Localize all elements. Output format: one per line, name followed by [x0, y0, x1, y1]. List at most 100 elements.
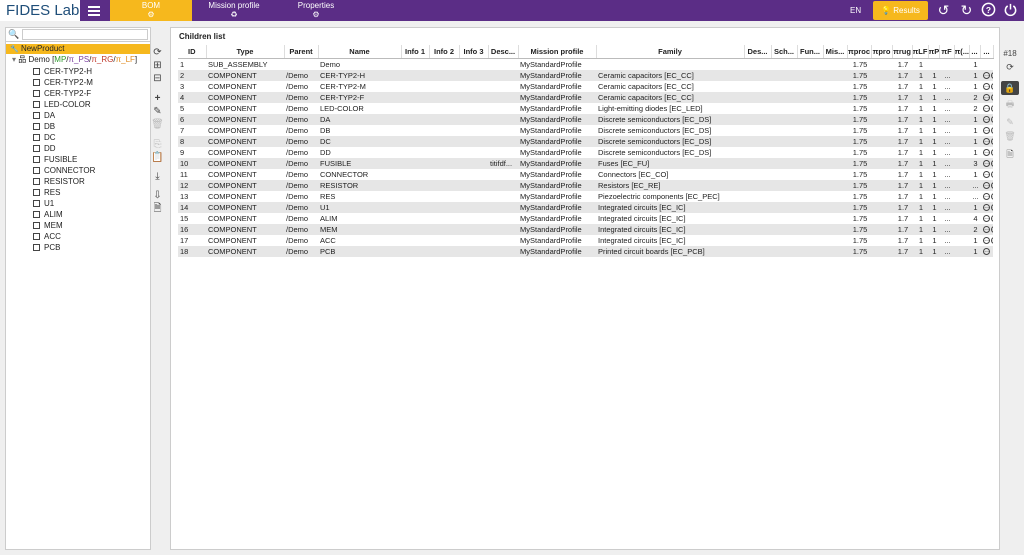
column-header[interactable]: Des... [744, 45, 772, 59]
more-options-icon[interactable]: … [991, 138, 993, 146]
table-row[interactable]: 6 COMPONENT/Demo DA MyStandardProfile Discre… [178, 113, 993, 125]
import-icon[interactable]: ⇩ [151, 190, 164, 202]
more-options-icon[interactable]: … [991, 204, 993, 212]
table-row[interactable]: 10 COMPONENT/Demo FUSIBLE titifdf... MyStand… [178, 157, 993, 169]
more-options-icon[interactable]: … [991, 149, 993, 157]
tree-item[interactable]: CER-TYP2-H [33, 66, 95, 77]
table-row[interactable]: 4 COMPONENT/Demo CER-TYP2-F MyStandardProfi… [178, 91, 993, 103]
tree-node-demo[interactable]: ▾ 品 Demo [MP/π_PS/π_RG/π_LF] [12, 55, 137, 65]
refresh-icon[interactable]: ⟳ [151, 47, 164, 59]
more-options-icon[interactable]: … [983, 237, 990, 245]
collapse-arrow-icon[interactable]: ▾ [12, 55, 16, 64]
hamburger-menu-button[interactable] [80, 0, 107, 21]
table-row[interactable]: 16 COMPONENT/Demo MEM MyStandardProfile Inte… [178, 223, 993, 235]
column-header[interactable]: Info 1 [401, 45, 430, 59]
results-button[interactable]: 💡 Results [873, 1, 928, 20]
table-row[interactable]: 14 COMPONENT/Demo U1 MyStandardProfile Integ… [178, 201, 993, 213]
column-header[interactable]: Name [318, 45, 402, 59]
more-options-icon[interactable]: … [983, 204, 990, 212]
more-options-icon[interactable]: … [991, 182, 993, 190]
tree-item[interactable]: RES [33, 187, 95, 198]
tree-search-input[interactable] [22, 29, 148, 40]
more-options-icon[interactable]: … [983, 182, 990, 190]
column-header[interactable]: Fun... [797, 45, 824, 59]
more-options-icon[interactable]: … [991, 94, 993, 102]
tree-item[interactable]: FUSIBLE [33, 154, 95, 165]
column-header[interactable]: πproc [847, 45, 872, 59]
refresh-grid-icon[interactable]: ⟳ [1001, 60, 1019, 74]
tree-item[interactable]: ALIM [33, 209, 95, 220]
table-row[interactable]: 13 COMPONENT/Demo RES MyStandardProfile Piez… [178, 191, 993, 202]
more-options-icon[interactable]: … [983, 149, 990, 157]
more-options-icon[interactable]: … [991, 226, 993, 234]
more-options-icon[interactable]: … [983, 72, 990, 80]
document-icon[interactable]: 🗎 [151, 203, 164, 215]
table-row[interactable]: 15 COMPONENT/Demo ALIM MyStandardProfile Int… [178, 213, 993, 224]
more-options-icon[interactable]: … [991, 127, 993, 135]
more-options-icon[interactable]: … [983, 215, 990, 223]
edit-icon[interactable]: ✎ [151, 106, 164, 118]
more-options-icon[interactable]: … [991, 237, 993, 245]
more-options-icon[interactable]: … [991, 171, 993, 179]
more-options-icon[interactable]: … [983, 94, 990, 102]
tree-item[interactable]: RESISTOR [33, 176, 95, 187]
column-header[interactable]: Info 2 [429, 45, 460, 59]
table-row[interactable]: 8 COMPONENT/Demo DC MyStandardProfile Discre… [178, 135, 993, 147]
lock-icon[interactable]: 🔒 [1001, 81, 1019, 95]
more-options-icon[interactable]: … [983, 160, 990, 168]
tree-item[interactable]: DD [33, 143, 95, 154]
tree-root-node[interactable]: 🔧 NewProduct [6, 44, 150, 54]
table-row[interactable]: 1 SUB_ASSEMBLY Demo MyStandardProfile 1.75 1.… [178, 58, 993, 70]
column-header[interactable]: Sch... [771, 45, 798, 59]
tree-item[interactable]: DB [33, 121, 95, 132]
more-options-icon[interactable]: … [991, 160, 993, 168]
more-options-icon[interactable]: … [991, 72, 993, 80]
column-header[interactable]: πLF [912, 45, 929, 59]
table-row[interactable]: 18 COMPONENT/Demo PCB MyStandardProfile Prin… [178, 245, 993, 257]
column-header[interactable]: Mission profile [518, 45, 597, 59]
table-row[interactable]: 12 COMPONENT/Demo RESISTOR MyStandardProfil… [178, 179, 993, 191]
column-header[interactable]: ID [178, 45, 207, 59]
download-icon[interactable]: ⤓ [151, 171, 164, 183]
more-options-icon[interactable]: … [983, 138, 990, 146]
column-header[interactable]: Parent [284, 45, 319, 59]
tree-item[interactable]: CONNECTOR [33, 165, 95, 176]
table-row[interactable]: 9 COMPONENT/Demo DD MyStandardProfile Discre… [178, 147, 993, 158]
more-options-icon[interactable]: … [983, 105, 990, 113]
tree-item[interactable]: PCB [33, 242, 95, 253]
column-header[interactable]: πF [939, 45, 955, 59]
more-options-icon[interactable]: … [991, 116, 993, 124]
redo-icon[interactable]: ↻ [958, 2, 975, 19]
column-header[interactable]: πrug [892, 45, 913, 59]
column-header[interactable]: Desc... [488, 45, 519, 59]
more-options-icon[interactable]: … [983, 226, 990, 234]
more-options-icon[interactable]: … [991, 105, 993, 113]
table-row[interactable]: 5 COMPONENT/Demo LED-COLOR MyStandardProfil… [178, 103, 993, 114]
column-header[interactable]: ... [969, 45, 981, 59]
tree-item[interactable]: DA [33, 110, 95, 121]
more-options-icon[interactable]: … [991, 215, 993, 223]
add-icon[interactable]: + [151, 93, 164, 105]
more-options-icon[interactable]: … [983, 171, 990, 179]
tree-item[interactable]: LED-COLOR [33, 99, 95, 110]
tree-item[interactable]: CER-TYP2-M [33, 77, 95, 88]
more-options-icon[interactable]: … [983, 83, 990, 91]
more-options-icon[interactable]: … [983, 248, 990, 256]
column-header[interactable]: Mis... [823, 45, 848, 59]
tab-bom[interactable]: BOM ⚙ [110, 0, 192, 21]
table-row[interactable]: 7 COMPONENT/Demo DB MyStandardProfile Discre… [178, 125, 993, 136]
language-selector[interactable]: EN [850, 0, 861, 21]
tree-item[interactable]: ACC [33, 231, 95, 242]
tab-mission-profile[interactable]: Mission profile ♻ [196, 0, 272, 21]
column-header[interactable]: Type [206, 45, 285, 59]
column-header[interactable]: πpro [871, 45, 893, 59]
more-options-icon[interactable]: … [983, 116, 990, 124]
more-options-icon[interactable]: … [991, 83, 993, 91]
more-options-icon[interactable]: … [983, 127, 990, 135]
column-header[interactable]: ... [980, 45, 994, 59]
tree-item[interactable]: CER-TYP2-F [33, 88, 95, 99]
undo-icon[interactable]: ↺ [935, 2, 952, 19]
table-row[interactable]: 17 COMPONENT/Demo ACC MyStandardProfile Inte… [178, 235, 993, 246]
table-row[interactable]: 11 COMPONENT/Demo CONNECTOR MyStandardProfi… [178, 169, 993, 180]
tab-properties[interactable]: Properties ⚙ [284, 0, 348, 21]
